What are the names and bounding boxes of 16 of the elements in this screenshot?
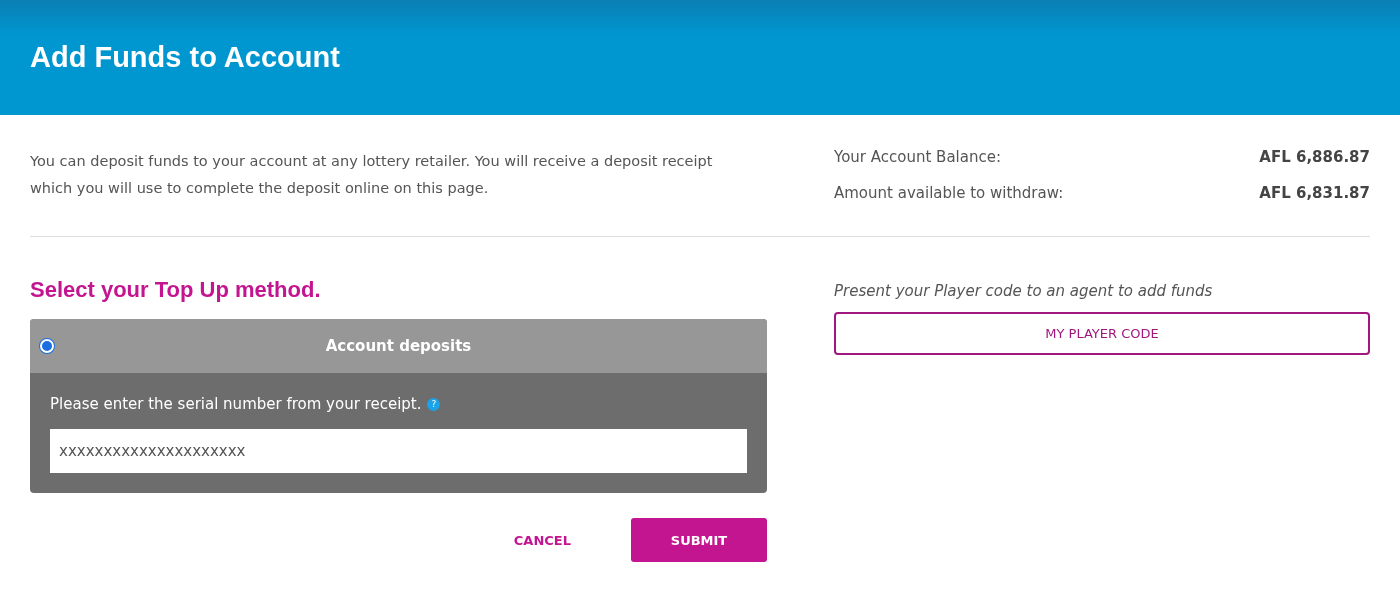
- submit-button[interactable]: SUBMIT: [631, 518, 767, 562]
- serial-input-field[interactable]: xxxxxxxxxxxxxxxxxxxxx: [50, 429, 747, 473]
- player-code-note: Present your Player code to an agent to add funds: [834, 282, 1214, 300]
- section-heading: Select your Top Up method.: [30, 277, 322, 303]
- page-title: Add Funds to Account: [30, 41, 340, 74]
- help-icon[interactable]: ?: [427, 397, 441, 411]
- panel-title: Account deposits: [324, 337, 473, 355]
- cancel-button[interactable]: CANCEL: [493, 518, 591, 562]
- balance-label: Amount available to withdraw:: [834, 184, 1064, 202]
- radio-button[interactable]: [40, 339, 54, 353]
- balance-value: AFL 6,886.87: [1259, 148, 1370, 166]
- prompt-text: Please enter the serial number from your receipt.: [50, 395, 422, 413]
- intro-text: You can deposit funds to your account at any lottery retailer. You will receive a deposit receipt which you will use to complete the deposit online on this page.: [30, 152, 714, 198]
- balance-label: Your Account Balance:: [834, 148, 1001, 166]
- player-code-button[interactable]: MY PLAYER CODE: [834, 312, 1370, 355]
- balance-value: AFL 6,831.87: [1259, 184, 1370, 202]
